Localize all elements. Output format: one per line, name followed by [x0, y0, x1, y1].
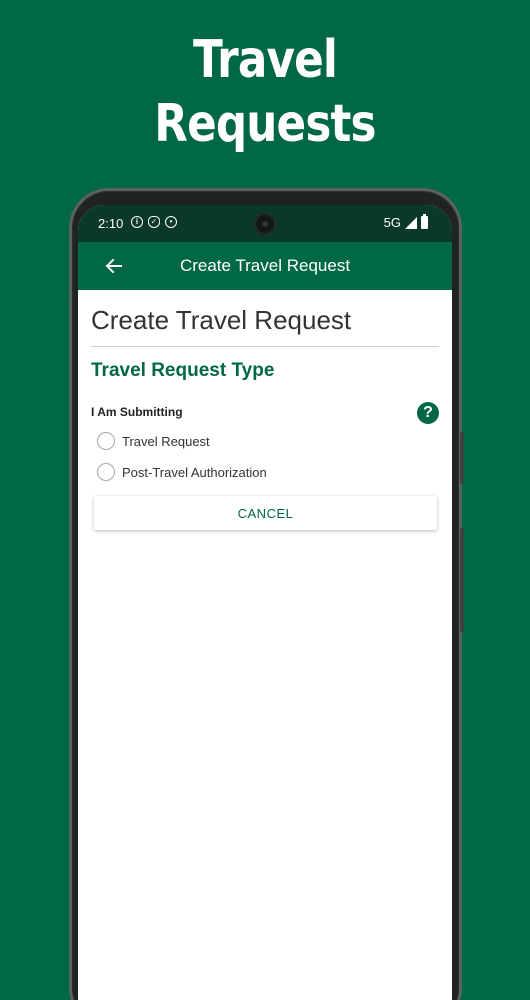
question-icon: ? [423, 404, 433, 421]
radio-label: Travel Request [122, 433, 210, 449]
signal-icon [405, 216, 417, 229]
app-bar: Create Travel Request [78, 242, 452, 290]
cancel-button[interactable]: CANCEL [94, 496, 437, 530]
status-bar: 2:10 i ✓ • 5G [78, 205, 452, 242]
radio-option-post-travel-authorization[interactable]: Post-Travel Authorization [97, 463, 267, 481]
radio-option-travel-request[interactable]: Travel Request [97, 432, 210, 450]
promo-headline-line1: Travel [192, 30, 338, 90]
page-title: Create Travel Request [91, 305, 352, 335]
promo-headline-line2: Requests [154, 94, 376, 154]
phone-screen: 2:10 i ✓ • 5G Create Travel Request Crea… [78, 205, 452, 1000]
phone-volume-button [460, 528, 464, 632]
section-title: Travel Request Type [91, 360, 275, 381]
radio-button[interactable] [97, 463, 115, 481]
help-button[interactable]: ? [417, 402, 439, 424]
submitting-label: I Am Submitting [91, 405, 183, 419]
radio-button[interactable] [97, 432, 115, 450]
battery-icon [421, 214, 428, 229]
shield-icon: ✓ [148, 216, 160, 228]
status-left-icons: i ✓ • [131, 216, 177, 228]
promo-headline: Travel Requests [42, 28, 487, 156]
status-time: 2:10 [98, 216, 124, 231]
phone-side-button [460, 432, 464, 484]
app-bar-title: Create Travel Request [179, 256, 351, 275]
info-icon: i [131, 216, 143, 228]
status-right-icons: 5G [383, 214, 428, 230]
title-divider [91, 346, 439, 347]
radio-label: Post-Travel Authorization [122, 464, 267, 480]
network-type: 5G [383, 215, 401, 230]
face-icon: • [165, 216, 177, 228]
front-camera [254, 213, 276, 235]
